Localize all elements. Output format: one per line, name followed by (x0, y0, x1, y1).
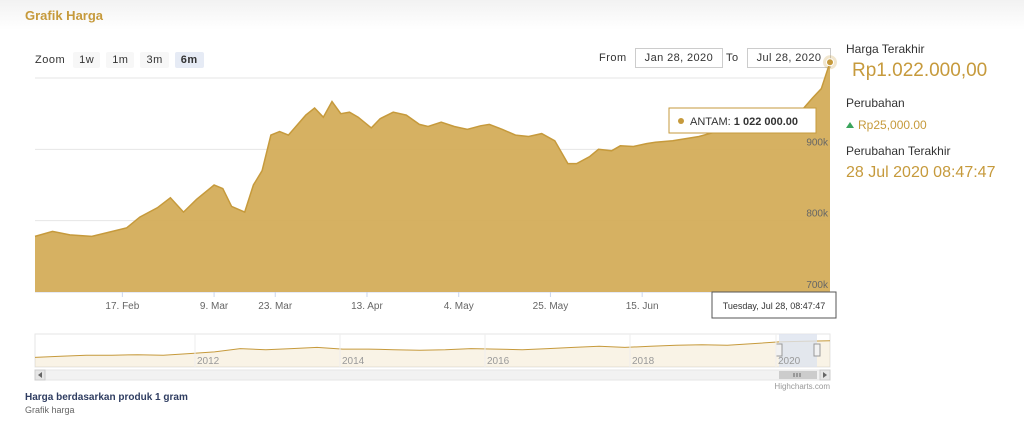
tooltip-text: ANTAM: 1 022 000.00 (690, 116, 798, 128)
footer-caption: Grafik harga (25, 405, 75, 415)
navigator-tick-label: 2012 (197, 356, 220, 367)
tooltip-series-dot (678, 118, 684, 124)
change-value: Rp25,000.00 (858, 118, 927, 132)
x-tick-label: 9. Mar (200, 301, 229, 312)
tooltip-series: ANTAM: (690, 116, 734, 128)
last-change-label: Perubahan Terakhir (846, 144, 951, 158)
price-area (35, 62, 830, 292)
navigator-handle-right[interactable] (813, 343, 821, 357)
last-change-time: 28 Jul 2020 08:47:47 (846, 164, 996, 181)
tooltip: ANTAM: 1 022 000.00 (668, 107, 817, 134)
arrow-up-icon (846, 122, 854, 128)
date-tooltip: Tuesday, Jul 28, 08:47:47 (711, 291, 837, 319)
x-tick-label: 23. Mar (258, 301, 293, 312)
change-row: Rp25,000.00 (846, 118, 1021, 132)
x-tick-label: 25. May (533, 301, 569, 312)
chart-footer: Harga berdasarkan produk 1 gram Grafik h… (25, 392, 188, 415)
x-tick-label: 13. Apr (351, 301, 383, 312)
x-tick-label: 17. Feb (105, 301, 139, 312)
y-tick-label: 900k (806, 137, 829, 148)
navigator: 2012 2014 2016 2018 2020 (34, 333, 831, 368)
navigator-tick-label: 2020 (778, 356, 801, 367)
date-tooltip-text: Tuesday, Jul 28, 08:47:47 (723, 301, 826, 311)
last-price-label: Harga Terakhir (846, 42, 925, 56)
navigator-handle-left[interactable] (775, 343, 783, 357)
footer-note: Harga berdasarkan produk 1 gram (25, 392, 188, 403)
credits-link[interactable]: Highcharts.com (774, 382, 830, 391)
x-tick-label: 4. May (444, 301, 474, 312)
scrollbar-thumb[interactable] (779, 371, 817, 379)
change-label: Perubahan (846, 96, 905, 110)
scrollbar-track (34, 369, 831, 381)
y-tick-label: 800k (806, 209, 829, 220)
last-price-value: Rp1.022.000,00 (852, 60, 988, 81)
navigator-tick-label: 2014 (342, 356, 365, 367)
scrollbar (34, 369, 831, 381)
y-tick-label: 700k (806, 280, 829, 291)
navigator-tick-label: 2018 (632, 356, 655, 367)
navigator-tick-label: 2016 (487, 356, 510, 367)
tooltip-value: 1 022 000.00 (734, 116, 798, 128)
price-summary: Harga Terakhir Rp1.022.000,00 Perubahan … (846, 42, 1021, 182)
hover-point (826, 58, 834, 67)
x-tick-label: 15. Jun (626, 301, 659, 312)
